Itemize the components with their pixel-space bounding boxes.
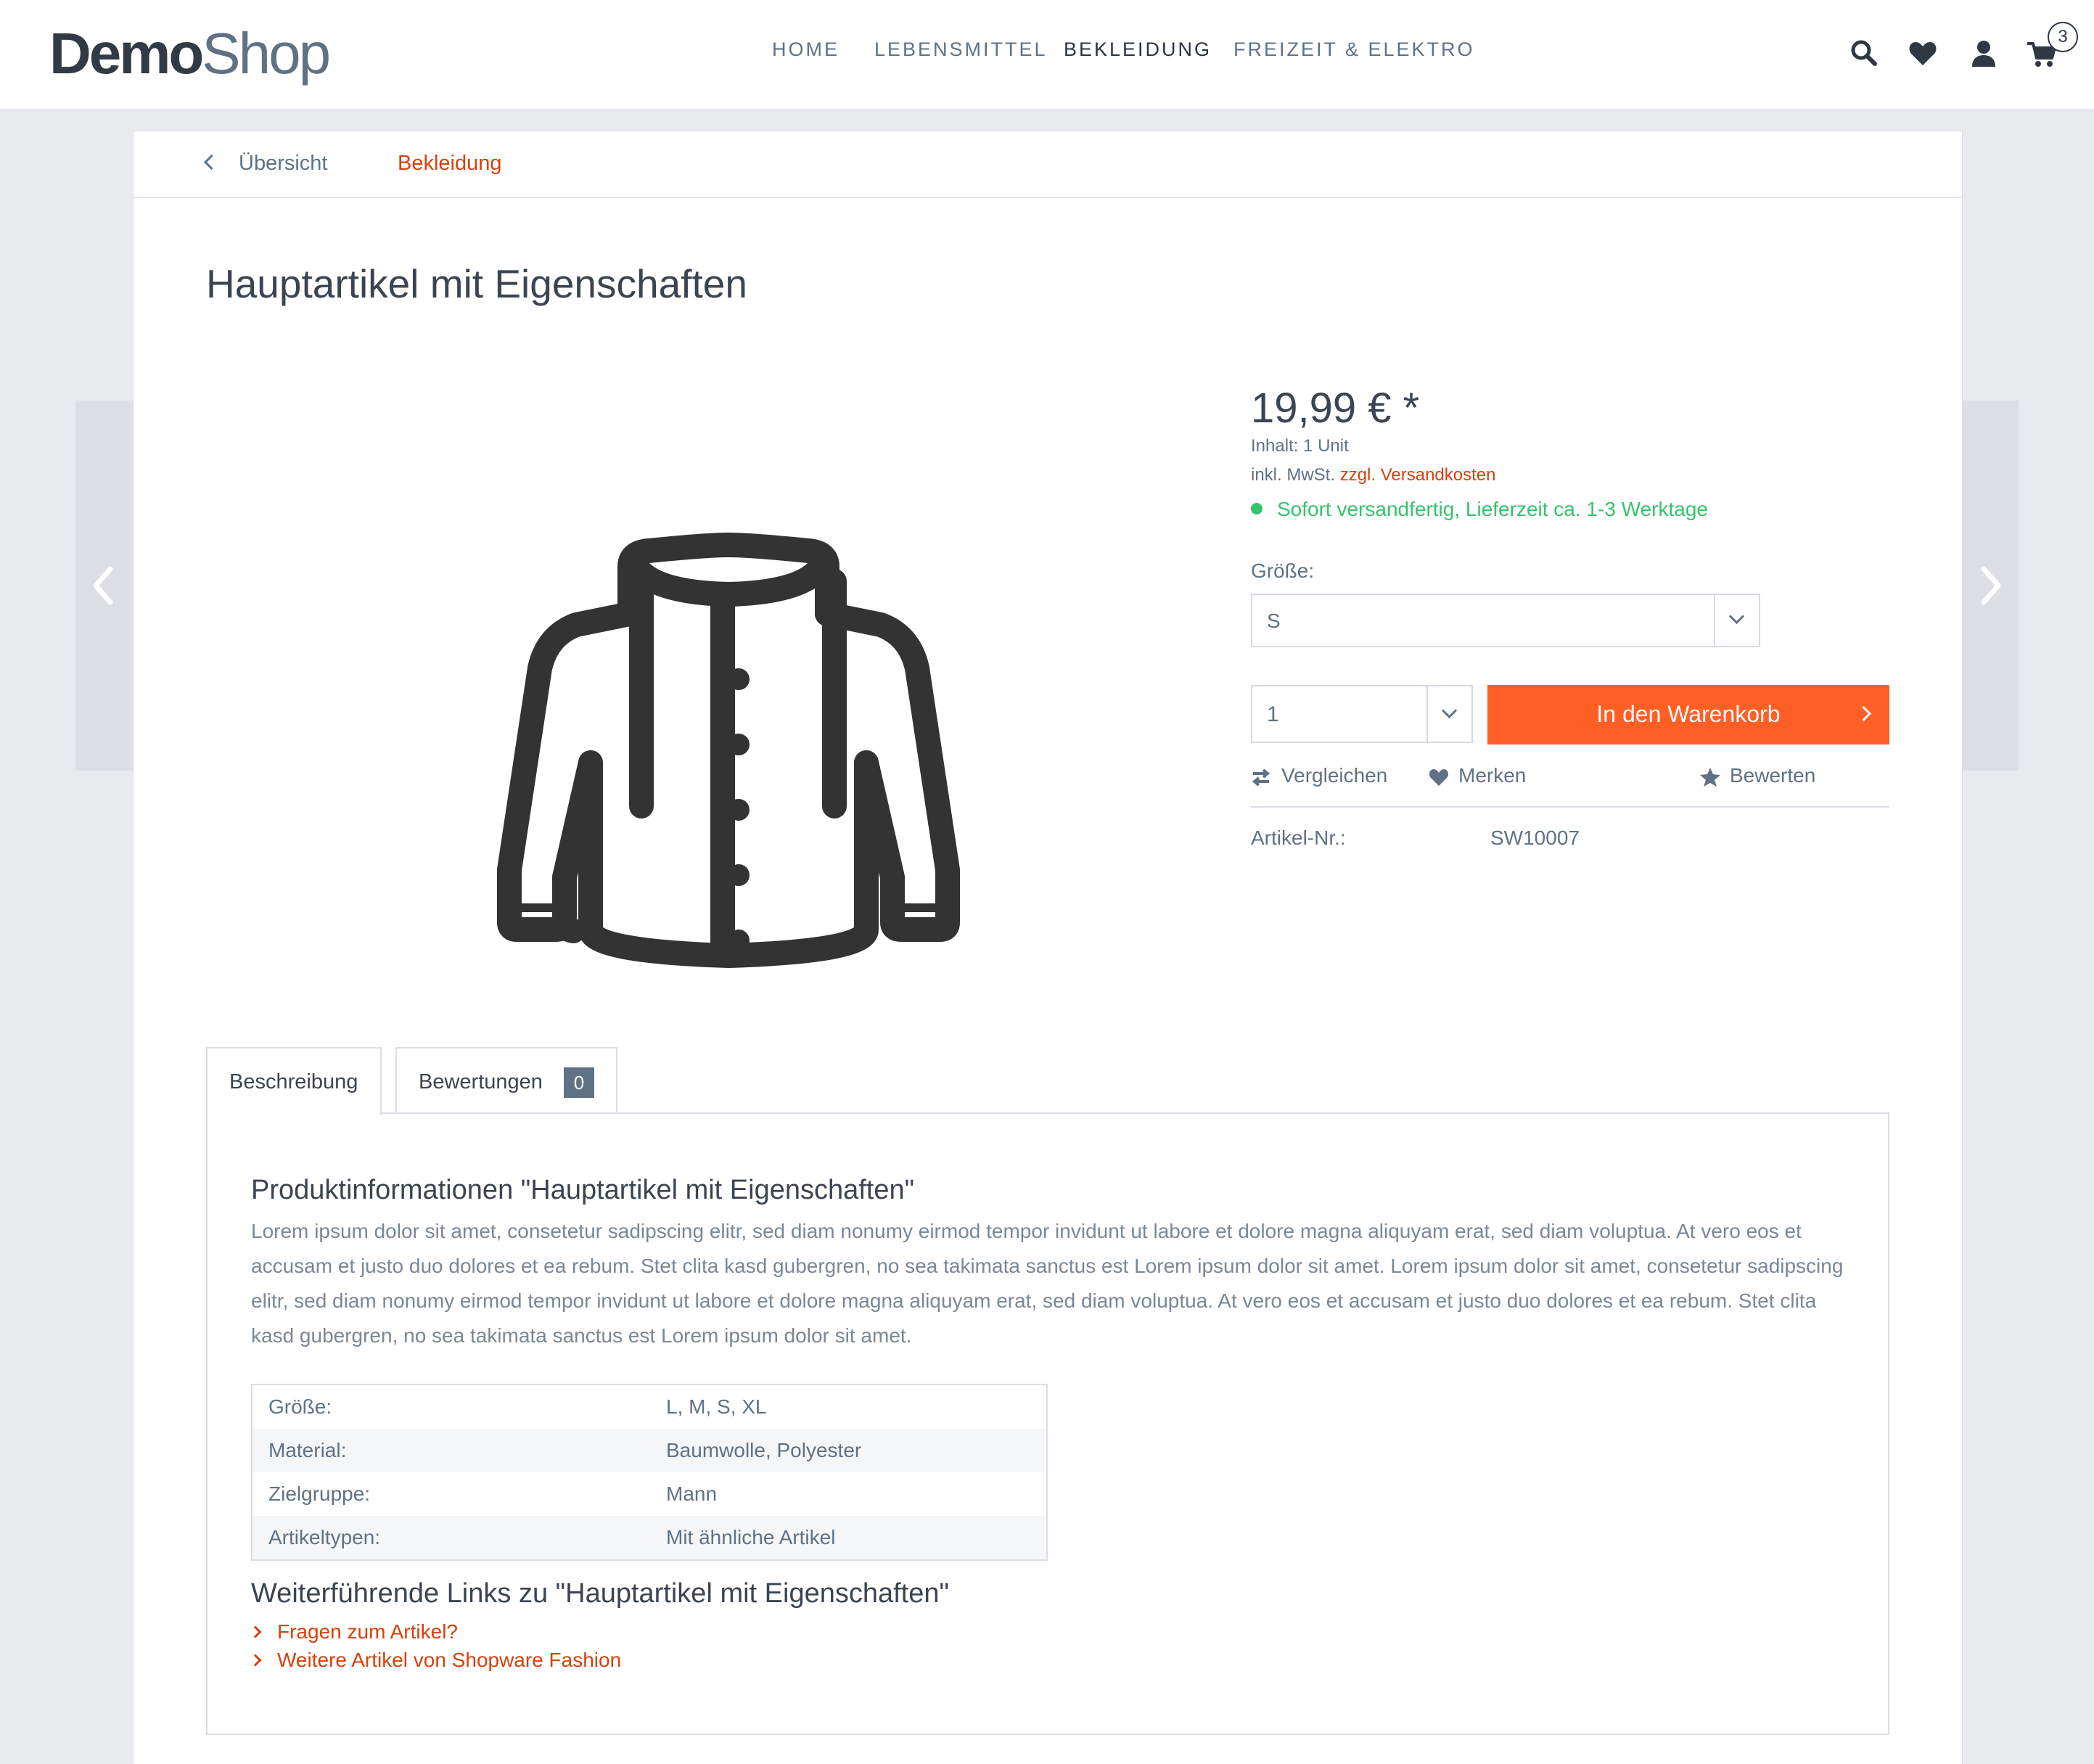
availability-dot-icon [1251, 503, 1262, 514]
tax-text: inkl. MwSt. [1251, 465, 1336, 485]
size-select-toggle[interactable] [1714, 595, 1759, 646]
link-label: Weitere Artikel von Shopware Fashion [277, 1649, 622, 1671]
back-to-overview-link[interactable]: Übersicht [203, 152, 328, 176]
content-unit: Inhalt: 1 Unit [1251, 436, 1349, 456]
next-product-button[interactable] [1960, 401, 2019, 771]
breadcrumb-category-link[interactable]: Bekleidung [398, 152, 502, 176]
nav-freizeit-elektro[interactable]: FREIZEIT & ELEKTRO [1233, 35, 1475, 64]
heart-icon[interactable] [1907, 38, 1939, 70]
article-number-value: SW10007 [1490, 826, 1580, 849]
tab-bewertungen[interactable]: Bewertungen 0 [395, 1047, 617, 1114]
delivery-info: Sofort versandfertig, Lieferzeit ca. 1-3… [1251, 498, 1708, 521]
properties-table: Größe: L, M, S, XL Material: Baumwolle, … [251, 1384, 1048, 1561]
property-key: Größe: [268, 1395, 332, 1418]
product-price: 19,99 € * [1251, 385, 1420, 432]
chevron-left-icon [203, 154, 220, 171]
size-label: Größe: [1251, 559, 1315, 582]
article-number-label: Artikel-Nr.: [1251, 826, 1346, 849]
chevron-right-icon [249, 1654, 262, 1667]
table-row: Material: Baumwolle, Polyester [252, 1429, 1047, 1472]
link-more-articles-from-supplier[interactable]: Weitere Artikel von Shopware Fashion [249, 1649, 622, 1672]
compare-label: Vergleichen [1281, 764, 1388, 787]
tab-beschreibung-label: Beschreibung [229, 1070, 358, 1094]
product-detail-panel: Übersicht Bekleidung Hauptartikel mit Ei… [133, 131, 1963, 1764]
table-row: Zielgruppe: Mann [252, 1472, 1047, 1516]
property-key: Material: [252, 1429, 650, 1472]
shipping-costs-link[interactable]: zzgl. Versandkosten [1340, 465, 1496, 485]
nav-bekleidung[interactable]: BEKLEIDUNG [1064, 35, 1212, 64]
add-to-cart-button[interactable]: In den Warenkorb [1487, 685, 1889, 744]
nav-home[interactable]: HOME [772, 35, 839, 64]
property-value: Baumwolle, Polyester [650, 1429, 1047, 1472]
chevron-right-icon [1981, 566, 2001, 605]
delivery-text: Sofort versandfertig, Lieferzeit ca. 1-3… [1277, 498, 1708, 520]
tab-bewertungen-label: Bewertungen [419, 1070, 543, 1094]
size-select-value: S [1267, 610, 1281, 632]
tab-beschreibung[interactable]: Beschreibung [206, 1047, 382, 1115]
property-value: Mann [666, 1482, 718, 1505]
link-label: Fragen zum Artikel? [277, 1620, 458, 1643]
site-header: DemoShop HOME LEBENSMITTEL BEKLEIDUNG FR… [0, 0, 2094, 109]
jacket-icon[interactable] [446, 422, 1069, 1002]
chevron-down-icon [1441, 702, 1458, 719]
chevron-right-icon [249, 1625, 262, 1638]
description-text: Lorem ipsum dolor sit amet, consetetur s… [251, 1220, 1844, 1347]
search-icon[interactable] [1849, 38, 1881, 70]
quantity-value: 1 [1267, 702, 1279, 726]
description-tab-content: Produktinformationen "Hauptartikel mit E… [206, 1112, 1889, 1735]
rate-label: Bewerten [1730, 764, 1816, 787]
heart-icon [1429, 769, 1449, 786]
breadcrumb: Übersicht Bekleidung [134, 131, 1962, 198]
chevron-down-icon [1728, 608, 1745, 625]
star-icon [1700, 768, 1720, 787]
add-to-cart-label: In den Warenkorb [1596, 701, 1781, 727]
product-actions: Vergleichen Merken Bewerten [1251, 764, 1889, 793]
property-key: Zielgruppe: [268, 1482, 371, 1505]
divider [1251, 806, 1889, 808]
remember-label: Merken [1458, 764, 1527, 787]
quantity-select[interactable]: 1 [1251, 685, 1473, 743]
user-icon[interactable] [1968, 38, 2000, 70]
reviews-count-badge: 0 [564, 1067, 594, 1098]
compare-icon [1252, 768, 1270, 787]
related-links-title: Weiterführende Links zu "Hauptartikel mi… [251, 1578, 949, 1609]
chevron-left-icon [93, 566, 113, 605]
product-title: Hauptartikel mit Eigenschaften [206, 261, 747, 306]
description-title: Produktinformationen "Hauptartikel mit E… [251, 1175, 915, 1205]
table-row: Artikeltypen: Mit ähnliche Artikel [252, 1516, 1047, 1560]
table-row: Größe: L, M, S, XL [252, 1384, 1047, 1429]
link-questions-about-article[interactable]: Fragen zum Artikel? [249, 1620, 458, 1644]
main-navigation: HOME LEBENSMITTEL BEKLEIDUNG FREIZEIT & … [0, 35, 2094, 64]
cart-count-badge: 3 [2048, 22, 2078, 52]
tax-info: inkl. MwSt. zzgl. Versandkosten [1251, 465, 1495, 485]
quantity-toggle[interactable] [1426, 686, 1471, 742]
property-value: L, M, S, XL [666, 1395, 767, 1418]
prev-product-button[interactable] [75, 401, 134, 771]
property-value: Mit ähnliche Artikel [650, 1516, 1047, 1560]
property-key: Artikeltypen: [252, 1516, 650, 1560]
size-select[interactable]: S [1251, 594, 1760, 647]
back-label: Übersicht [239, 152, 328, 175]
nav-lebensmittel[interactable]: LEBENSMITTEL [874, 35, 1048, 64]
